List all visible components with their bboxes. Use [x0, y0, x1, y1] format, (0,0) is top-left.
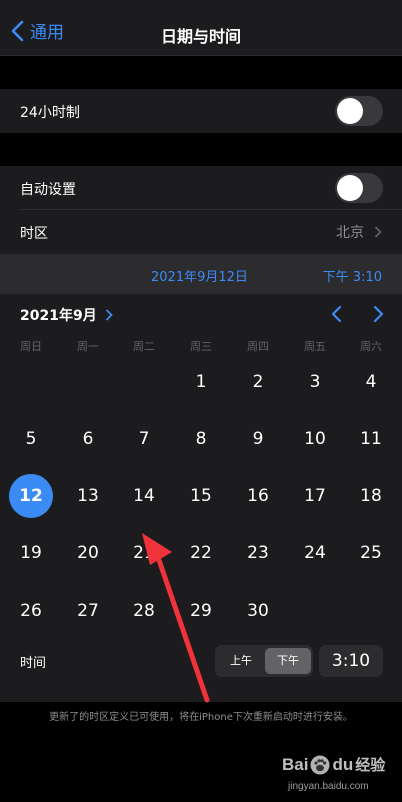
time-input[interactable]: 3:10 — [319, 645, 383, 677]
chevron-right-icon — [105, 309, 113, 321]
calendar-day[interactable]: 7 — [122, 417, 166, 461]
hour24-row: 24小时制 — [0, 89, 402, 133]
chevron-right-icon — [374, 226, 382, 238]
selected-time[interactable]: 下午 3:10 — [323, 266, 382, 285]
watermark-url: jingyan.baidu.com — [288, 781, 369, 792]
weekday-label: 周一 — [77, 340, 99, 353]
hour24-toggle[interactable] — [335, 96, 383, 126]
calendar-day[interactable]: 22 — [179, 531, 223, 575]
calendar-day[interactable]: 18 — [349, 474, 393, 518]
navigation-bar: 通用 日期与时间 — [0, 0, 402, 56]
calendar-day[interactable]: 20 — [66, 531, 110, 575]
calendar-day[interactable]: 6 — [66, 417, 110, 461]
footer-note: 更新了的时区定义已可使用，将在iPhone下次重新启动时进行安装。 — [49, 712, 353, 723]
am-pm-segmented-control: 上午 下午 — [215, 645, 313, 677]
calendar-day[interactable]: 19 — [9, 531, 53, 575]
pm-option[interactable]: 下午 — [265, 648, 311, 674]
timezone-value[interactable]: 北京 — [336, 222, 382, 242]
calendar-day[interactable]: 3 — [293, 360, 337, 404]
next-month-button[interactable] — [371, 305, 385, 323]
calendar-day[interactable]: 11 — [349, 417, 393, 461]
weekday-label: 周五 — [304, 340, 326, 353]
weekday-label: 周日 — [20, 340, 42, 353]
weekday-label: 周四 — [247, 340, 269, 353]
timezone-value-text: 北京 — [336, 225, 364, 241]
auto-set-toggle[interactable] — [335, 173, 383, 203]
weekday-label: 周二 — [133, 340, 155, 353]
calendar-day[interactable]: 24 — [293, 531, 337, 575]
calendar-day[interactable]: 26 — [9, 589, 53, 633]
toggle-knob — [337, 175, 363, 201]
time-label: 时间 — [20, 656, 47, 671]
watermark-brand-2: du — [332, 754, 354, 774]
previous-month-button[interactable] — [330, 305, 344, 323]
calendar-day[interactable]: 28 — [122, 589, 166, 633]
calendar-day[interactable]: 13 — [66, 474, 110, 518]
weekday-label: 周六 — [360, 340, 382, 353]
page-title: 日期与时间 — [160, 27, 241, 46]
weekday-label: 周三 — [190, 340, 212, 353]
month-selector[interactable]: 2021年9月 — [20, 305, 113, 325]
calendar-day[interactable]: 23 — [236, 531, 280, 575]
paw-icon — [310, 755, 330, 774]
calendar-day[interactable]: 5 — [9, 417, 53, 461]
calendar-day[interactable]: 1 — [179, 360, 223, 404]
calendar-day[interactable]: 16 — [236, 474, 280, 518]
calendar-day[interactable]: 15 — [179, 474, 223, 518]
baidu-watermark: Bai du 经验 — [282, 754, 385, 775]
calendar-day[interactable]: 9 — [236, 417, 280, 461]
calendar-day[interactable]: 30 — [236, 589, 280, 633]
calendar-day[interactable]: 25 — [349, 531, 393, 575]
divider — [20, 209, 402, 210]
watermark-brand: Bai — [282, 754, 309, 774]
datetime-summary-row[interactable]: 2021年9月12日 下午 3:10 — [0, 254, 402, 294]
calendar-day[interactable]: 21 — [122, 531, 166, 575]
calendar-day[interactable]: 27 — [66, 589, 110, 633]
calendar-day[interactable]: 10 — [293, 417, 337, 461]
selected-date[interactable]: 2021年9月12日 — [151, 266, 248, 285]
toggle-knob — [337, 98, 363, 124]
month-label: 2021年9月 — [20, 308, 97, 324]
am-option[interactable]: 上午 — [218, 648, 264, 674]
watermark-cn: 经验 — [355, 756, 386, 774]
calendar-day[interactable]: 29 — [179, 589, 223, 633]
calendar-picker: 2021年9月 周日 周一 周二 周三 周四 周五 周六 1 2 3 4 5 6 7 8 9 10 11 12 13… — [0, 294, 402, 702]
calendar-day[interactable]: 2 — [236, 360, 280, 404]
calendar-day[interactable]: 12 — [9, 474, 53, 518]
calendar-day[interactable]: 17 — [293, 474, 337, 518]
timezone-label: 时区 — [20, 226, 48, 242]
hour24-label: 24小时制 — [20, 105, 80, 121]
calendar-day[interactable]: 4 — [349, 360, 393, 404]
calendar-day[interactable]: 14 — [122, 474, 166, 518]
calendar-day[interactable]: 8 — [179, 417, 223, 461]
auto-set-label: 自动设置 — [20, 182, 76, 198]
